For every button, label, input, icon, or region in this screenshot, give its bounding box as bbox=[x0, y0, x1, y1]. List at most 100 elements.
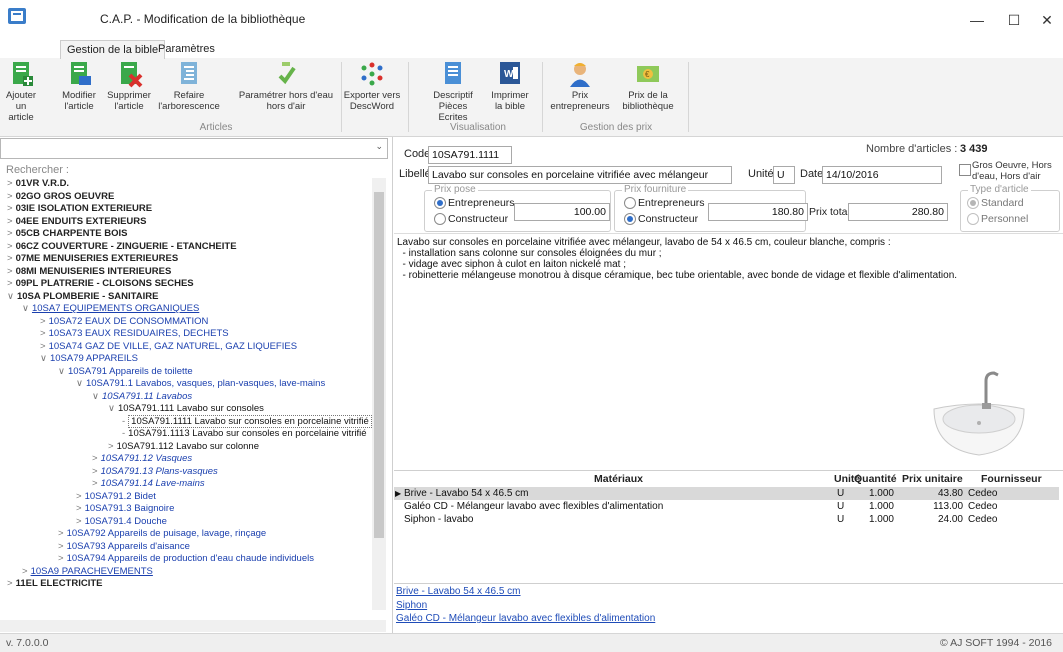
tree-node[interactable]: >07ME MENUISERIES EXTERIEURES bbox=[7, 253, 178, 265]
expanded-chevron-icon[interactable]: ∨ bbox=[108, 403, 115, 414]
modify-article-button[interactable]: Modifier l'article bbox=[58, 60, 100, 112]
tree-node[interactable]: >05CB CHARPENTE BOIS bbox=[7, 228, 127, 240]
tab-gestion-bible[interactable]: Gestion de la bible bbox=[60, 40, 166, 59]
maximize-button[interactable]: ☐ bbox=[997, 6, 1031, 34]
collapsed-chevron-icon[interactable]: > bbox=[7, 216, 13, 227]
tree-node[interactable]: -10SA791.1113 Lavabo sur consoles en por… bbox=[122, 428, 367, 440]
filter-combobox[interactable]: ⌄ bbox=[0, 138, 388, 159]
table-row[interactable]: Siphon - lavabo U 1.000 24.00 Cedeo bbox=[394, 513, 1059, 526]
expanded-chevron-icon[interactable]: ∨ bbox=[22, 303, 29, 314]
code-field[interactable]: 10SA791.1111 bbox=[428, 146, 512, 164]
fourniture-constructeur-radio[interactable] bbox=[624, 213, 636, 226]
rebuild-tree-button[interactable]: Refaire l'arborescence bbox=[158, 60, 220, 112]
collapsed-chevron-icon[interactable]: > bbox=[40, 328, 46, 339]
pose-constructeur-radio[interactable] bbox=[434, 213, 446, 226]
collapsed-chevron-icon[interactable]: > bbox=[76, 503, 82, 514]
type-standard-radio[interactable] bbox=[967, 197, 979, 210]
collapsed-chevron-icon[interactable]: > bbox=[7, 578, 13, 589]
tree-node[interactable]: ∨ 10SA7 EQUIPEMENTS ORGANIQUES bbox=[22, 303, 199, 315]
prix-fourniture-value[interactable]: 180.80 bbox=[708, 203, 808, 221]
collapsed-chevron-icon[interactable]: > bbox=[22, 566, 28, 577]
collapsed-chevron-icon[interactable]: > bbox=[76, 516, 82, 527]
tree-node[interactable]: >03IE ISOLATION EXTERIEURE bbox=[7, 203, 152, 215]
collapsed-chevron-icon[interactable]: > bbox=[7, 266, 13, 277]
col-quantite[interactable]: Quantité bbox=[854, 473, 897, 485]
expanded-chevron-icon[interactable]: ∨ bbox=[7, 291, 14, 302]
tree-node[interactable]: >10SA794 Appareils de production d'eau c… bbox=[58, 553, 314, 565]
app-icon[interactable] bbox=[8, 8, 26, 24]
unite-field[interactable]: U bbox=[773, 166, 795, 184]
tree-node[interactable]: >10SA791.12 Vasques bbox=[92, 453, 192, 465]
pose-entrepreneurs-radio[interactable] bbox=[434, 197, 446, 210]
tree-node[interactable]: >10SA791.14 Lave-mains bbox=[92, 478, 205, 490]
date-field[interactable]: 14/10/2016 bbox=[822, 166, 942, 184]
tab-parametres[interactable]: Paramètres bbox=[152, 40, 221, 58]
prix-entrepreneurs-button[interactable]: Prix entrepreneurs bbox=[550, 60, 610, 112]
expanded-chevron-icon[interactable]: ∨ bbox=[40, 353, 47, 364]
tree-node[interactable]: >08MI MENUISERIES INTERIEURES bbox=[7, 266, 171, 278]
tree-horizontal-scrollbar[interactable] bbox=[0, 620, 386, 632]
minimize-button[interactable]: — bbox=[960, 6, 994, 34]
collapsed-chevron-icon[interactable]: > bbox=[58, 553, 64, 564]
tree-node[interactable]: >10SA791.4 Douche bbox=[76, 516, 167, 528]
tree-node[interactable]: >10SA9 PARACHEVEMENTS bbox=[22, 566, 153, 578]
libelle-field[interactable]: Lavabo sur consoles en porcelaine vitrif… bbox=[428, 166, 732, 184]
tree-node[interactable]: ∨ 10SA79 APPAREILS bbox=[40, 353, 138, 365]
tree-node[interactable]: ∨ 10SA791.111 Lavabo sur consoles bbox=[108, 403, 264, 415]
prix-pose-value[interactable]: 100.00 bbox=[514, 203, 610, 221]
collapsed-chevron-icon[interactable]: > bbox=[92, 478, 98, 489]
descriptif-button[interactable]: Descriptif Pièces Ecrites bbox=[424, 60, 482, 123]
collapsed-chevron-icon[interactable]: > bbox=[76, 491, 82, 502]
description-area[interactable]: Lavabo sur consoles en porcelaine vitrif… bbox=[394, 233, 1063, 470]
table-row[interactable]: Galéo CD - Mélangeur lavabo avec flexibl… bbox=[394, 500, 1059, 513]
tree-node[interactable]: >01VR V.R.D. bbox=[7, 178, 69, 190]
gros-oeuvre-checkbox[interactable] bbox=[959, 164, 971, 176]
tree-scroll-thumb[interactable] bbox=[374, 192, 384, 538]
set-hors-deau-button[interactable]: Paramétrer hors d'eau hors d'air bbox=[234, 60, 338, 112]
collapsed-chevron-icon[interactable]: > bbox=[92, 453, 98, 464]
link-brive[interactable]: Brive - Lavabo 54 x 46.5 cm bbox=[396, 586, 521, 597]
collapsed-chevron-icon[interactable]: > bbox=[7, 178, 13, 189]
expanded-chevron-icon[interactable]: ∨ bbox=[76, 378, 83, 389]
tree-node[interactable]: >02GO GROS OEUVRE bbox=[7, 191, 114, 203]
collapsed-chevron-icon[interactable]: > bbox=[7, 191, 13, 202]
collapsed-chevron-icon[interactable]: > bbox=[7, 228, 13, 239]
tree-node[interactable]: >10SA791.3 Baignoire bbox=[76, 503, 174, 515]
tree-node[interactable]: >10SA792 Appareils de puisage, lavage, r… bbox=[58, 528, 266, 540]
tree-node[interactable]: >06CZ COUVERTURE - ZINGUERIE - ETANCHEIT… bbox=[7, 241, 237, 253]
print-bible-button[interactable]: W Imprimer la bible bbox=[484, 60, 536, 112]
type-personnel-radio[interactable] bbox=[967, 213, 979, 226]
tree-node[interactable]: ∨ 10SA791.11 Lavabos bbox=[92, 391, 192, 403]
fourniture-entrepreneurs-radio[interactable] bbox=[624, 197, 636, 210]
collapsed-chevron-icon[interactable]: > bbox=[40, 341, 46, 352]
delete-article-button[interactable]: Supprimer l'article bbox=[104, 60, 154, 112]
collapsed-chevron-icon[interactable]: > bbox=[58, 541, 64, 552]
col-fournisseur[interactable]: Fournisseur bbox=[981, 473, 1042, 485]
table-row[interactable]: ▶ Brive - Lavabo 54 x 46.5 cm U 1.000 43.80 C… bbox=[394, 487, 1059, 500]
tree-node[interactable]: >10SA791.2 Bidet bbox=[76, 491, 156, 503]
tree-node[interactable]: ∨ 10SA PLOMBERIE - SANITAIRE bbox=[7, 291, 158, 303]
close-button[interactable]: ✕ bbox=[1030, 6, 1063, 34]
link-siphon[interactable]: Siphon bbox=[396, 600, 427, 611]
tree-node[interactable]: >10SA793 Appareils d'aisance bbox=[58, 541, 190, 553]
collapsed-chevron-icon[interactable]: > bbox=[7, 278, 13, 289]
tree-node[interactable]: ∨ 10SA791.1 Lavabos, vasques, plan-vasque… bbox=[76, 378, 325, 390]
library-tree[interactable]: >01VR V.R.D. >02GO GROS OEUVRE >03IE ISOLA… bbox=[0, 178, 374, 610]
collapsed-chevron-icon[interactable]: > bbox=[7, 253, 13, 264]
tree-node[interactable]: >10SA791.112 Lavabo sur colonne bbox=[108, 441, 259, 453]
tree-node[interactable]: >11EL ELECTRICITE bbox=[7, 578, 103, 590]
tree-node[interactable]: ∨ 10SA791 Appareils de toilette bbox=[58, 366, 193, 378]
chevron-down-icon[interactable]: ⌄ bbox=[375, 141, 383, 152]
collapsed-chevron-icon[interactable]: > bbox=[92, 466, 98, 477]
add-article-button[interactable]: Ajouter un article bbox=[2, 60, 40, 123]
link-galeo[interactable]: Galéo CD - Mélangeur lavabo avec flexibl… bbox=[396, 613, 655, 624]
collapsed-chevron-icon[interactable]: > bbox=[7, 241, 13, 252]
collapsed-chevron-icon[interactable]: > bbox=[108, 441, 114, 452]
collapsed-chevron-icon[interactable]: > bbox=[58, 528, 64, 539]
tree-node[interactable]: >04EE ENDUITS EXTERIEURS bbox=[7, 216, 146, 228]
tree-node[interactable]: >10SA73 EAUX RESIDUAIRES, DECHETS bbox=[40, 328, 229, 340]
tree-node[interactable]: >10SA791.13 Plans-vasques bbox=[92, 466, 218, 478]
export-descword-button[interactable]: Exporter vers DescWord bbox=[342, 60, 402, 112]
expanded-chevron-icon[interactable]: ∨ bbox=[92, 391, 99, 402]
tree-node[interactable]: >10SA74 GAZ DE VILLE, GAZ NATUREL, GAZ L… bbox=[40, 341, 297, 353]
